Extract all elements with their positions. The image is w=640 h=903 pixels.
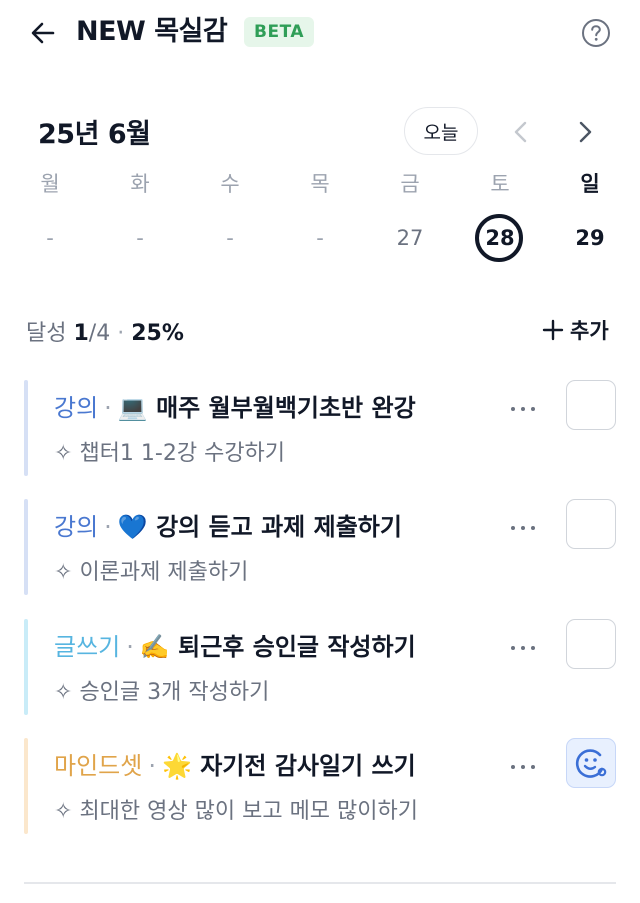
add-task-button[interactable]: 추가 bbox=[542, 315, 609, 345]
task-title-line[interactable]: 글쓰기 · ✍️ 퇴근후 승인글 작성하기 bbox=[54, 631, 416, 663]
month-label: 25년 6월 bbox=[38, 119, 151, 150]
prev-week-button[interactable] bbox=[505, 116, 537, 148]
task-subtitle-line: ✧ 최대한 영상 많이 보고 메모 많이하기 bbox=[54, 798, 418, 826]
date-cell-selected[interactable]: 28 bbox=[472, 212, 528, 264]
bottom-divider bbox=[24, 882, 616, 884]
task-subtitle: 최대한 영상 많이 보고 메모 많이하기 bbox=[79, 799, 419, 824]
achievement-percent: 25% bbox=[131, 321, 184, 346]
task-checkbox-checked[interactable] bbox=[566, 738, 616, 788]
task-color-bar bbox=[24, 380, 28, 476]
task-title: 매주 월부월백기초반 완강 bbox=[156, 394, 416, 422]
date-row: - - - - 27 28 29 bbox=[0, 212, 640, 264]
arrow-left-icon bbox=[31, 22, 55, 44]
chevron-left-icon bbox=[514, 121, 527, 143]
task-emoji: ✍️ bbox=[139, 633, 170, 661]
separator-dot: · bbox=[104, 513, 112, 541]
task-subtitle: 이론과제 제출하기 bbox=[79, 560, 249, 585]
task-title-line[interactable]: 강의 · 💙 강의 듣고 과제 제출하기 bbox=[54, 511, 402, 543]
task-checkbox[interactable] bbox=[566, 619, 616, 669]
app-header: NEW 목실감 BETA bbox=[0, 0, 640, 64]
achievement-summary: 달성 1/4 · 25% bbox=[26, 315, 184, 347]
chevron-right-icon bbox=[579, 121, 592, 143]
date-cell[interactable]: 29 bbox=[562, 212, 618, 264]
more-horizontal-icon bbox=[511, 407, 535, 411]
task-subtitle: 챕터1 1-2강 수강하기 bbox=[79, 441, 286, 466]
task-color-bar bbox=[24, 738, 28, 834]
task-emoji: 🌟 bbox=[161, 752, 192, 780]
task-subtitle-line: ✧ 챕터1 1-2강 수강하기 bbox=[54, 440, 285, 468]
task-emoji: 💙 bbox=[117, 513, 148, 541]
task-more-button[interactable] bbox=[508, 752, 538, 782]
achievement-separator: · bbox=[117, 321, 125, 346]
task-category: 글쓰기 bbox=[54, 633, 121, 661]
weekday-wed: 수 bbox=[220, 172, 240, 196]
task-title: 자기전 감사일기 쓰기 bbox=[200, 752, 416, 780]
task-item: 강의 · 💙 강의 듣고 과제 제출하기 ✧ 이론과제 제출하기 bbox=[24, 499, 620, 595]
next-week-button[interactable] bbox=[569, 116, 601, 148]
task-more-button[interactable] bbox=[508, 513, 538, 543]
task-item: 마인드셋 · 🌟 자기전 감사일기 쓰기 ✧ 최대한 영상 많이 보고 메모 많이하… bbox=[24, 738, 620, 834]
task-more-button[interactable] bbox=[508, 633, 538, 663]
achievement-total: /4 bbox=[88, 321, 111, 346]
weekday-tue: 화 bbox=[130, 172, 150, 196]
weekday-thu: 목 bbox=[310, 172, 330, 196]
weekday-mon: 월 bbox=[40, 172, 60, 196]
achievement-done: 1 bbox=[73, 321, 89, 346]
task-item: 글쓰기 · ✍️ 퇴근후 승인글 작성하기 ✧ 승인글 3개 작성하기 bbox=[24, 619, 620, 715]
plus-icon bbox=[542, 319, 564, 341]
weekday-sun: 일 bbox=[580, 172, 600, 196]
sparkle-icon: ✧ bbox=[54, 441, 73, 466]
more-horizontal-icon bbox=[511, 765, 535, 769]
task-subtitle-line: ✧ 이론과제 제출하기 bbox=[54, 559, 248, 587]
add-task-label: 추가 bbox=[570, 319, 609, 343]
task-title-line[interactable]: 강의 · 💻 매주 월부월백기초반 완강 bbox=[54, 392, 416, 424]
date-cell[interactable]: - bbox=[292, 212, 348, 264]
task-title: 강의 듣고 과제 제출하기 bbox=[156, 513, 402, 541]
question-circle-icon bbox=[582, 19, 610, 47]
task-category: 마인드셋 bbox=[54, 752, 143, 780]
date-cell[interactable]: - bbox=[202, 212, 258, 264]
selected-date-label: 28 bbox=[485, 226, 515, 250]
sparkle-icon: ✧ bbox=[54, 680, 73, 705]
help-button[interactable] bbox=[581, 18, 611, 48]
task-subtitle: 승인글 3개 작성하기 bbox=[79, 680, 270, 705]
more-horizontal-icon bbox=[511, 646, 535, 650]
task-color-bar bbox=[24, 499, 28, 595]
task-emoji: 💻 bbox=[117, 394, 148, 422]
back-button[interactable] bbox=[26, 16, 60, 50]
task-category: 강의 bbox=[54, 513, 99, 541]
separator-dot: · bbox=[126, 633, 134, 661]
task-color-bar bbox=[24, 619, 28, 715]
date-cell[interactable]: - bbox=[112, 212, 168, 264]
more-horizontal-icon bbox=[511, 526, 535, 530]
sparkle-icon: ✧ bbox=[54, 799, 73, 824]
today-button[interactable]: 오늘 bbox=[404, 107, 478, 155]
task-title: 퇴근후 승인글 작성하기 bbox=[178, 633, 416, 661]
achievement-label: 달성 bbox=[26, 321, 67, 346]
smiley-face-icon bbox=[575, 749, 607, 778]
date-cell[interactable]: 27 bbox=[382, 212, 438, 264]
date-cell[interactable]: - bbox=[22, 212, 78, 264]
task-checkbox[interactable] bbox=[566, 380, 616, 430]
task-item: 강의 · 💻 매주 월부월백기초반 완강 ✧ 챕터1 1-2강 수강하기 bbox=[24, 380, 620, 476]
weekday-row: 월 화 수 목 금 토 일 bbox=[0, 168, 640, 202]
task-subtitle-line: ✧ 승인글 3개 작성하기 bbox=[54, 679, 269, 707]
task-checkbox[interactable] bbox=[566, 499, 616, 549]
separator-dot: · bbox=[148, 752, 156, 780]
separator-dot: · bbox=[104, 394, 112, 422]
task-more-button[interactable] bbox=[508, 394, 538, 424]
sparkle-icon: ✧ bbox=[54, 560, 73, 585]
task-title-line[interactable]: 마인드셋 · 🌟 자기전 감사일기 쓰기 bbox=[54, 750, 416, 782]
page-title: NEW 목실감 bbox=[76, 16, 228, 47]
weekday-fri: 금 bbox=[400, 172, 420, 196]
beta-badge: BETA bbox=[244, 17, 315, 47]
task-category: 강의 bbox=[54, 394, 99, 422]
weekday-sat: 토 bbox=[490, 172, 510, 196]
